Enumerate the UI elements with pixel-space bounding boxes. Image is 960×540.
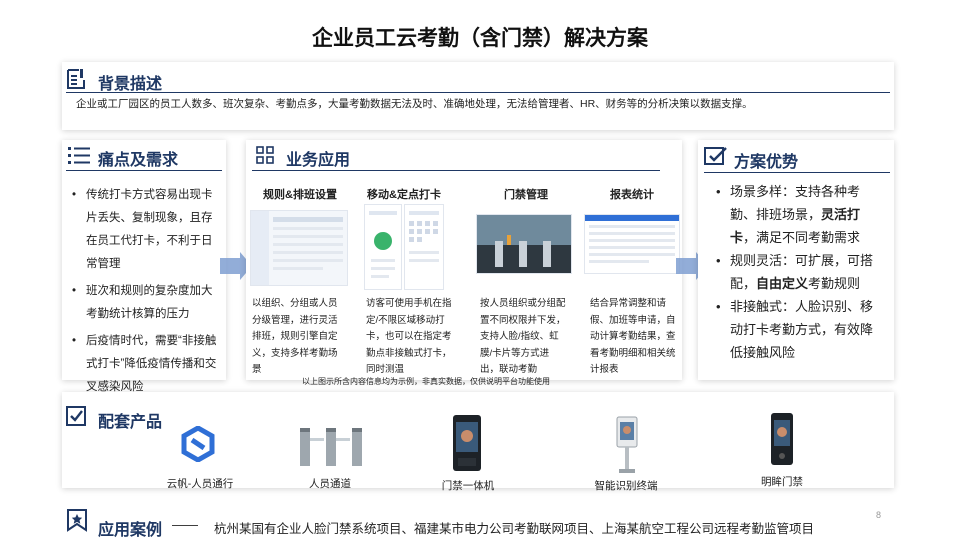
product-label: 门禁一体机 <box>441 480 495 492</box>
advantage-item: 场景多样：支持各种考勤、排班场景，灵活打卡，满足不同考勤需求 <box>716 180 884 249</box>
cases-text: 杭州某国有企业人脸门禁系统项目、福建某市电力公司考勤联网项目、上海某航空工程公司… <box>214 522 815 536</box>
face-access-panel-icon <box>770 412 794 466</box>
advantage-item-text: 非接触式：人脸识别、移动打卡考勤方式，有效降低接触风险 <box>730 299 874 360</box>
page-number: 8 <box>876 510 882 520</box>
pain-list: 传统打卡方式容易出现卡片丢失、复制现象，且存在员工代打卡，不利于日常管理 班次和… <box>72 184 220 399</box>
background-heading: 背景描述 <box>98 76 163 93</box>
document-icon <box>66 68 86 90</box>
business-footnote: 以上图示所含内容信息均为示例，非真实数据，仅供说明平台功能使用 <box>302 377 550 386</box>
page-title: 企业员工云考勤（含门禁）解决方案 <box>312 27 648 50</box>
cases-heading: 应用案例 <box>98 522 163 539</box>
business-col-desc: 访客可使用手机在指定/不限区域移动打卡，也可以在指定考勤点非接触式打卡，同时测温 <box>366 298 452 375</box>
advantage-underline <box>704 172 890 173</box>
grid-icon <box>256 146 274 164</box>
mobile-checkin-screenshot <box>364 204 402 290</box>
product-label: 智能识别终端 <box>594 480 658 492</box>
pain-heading: 痛点及需求 <box>98 152 179 169</box>
business-col-title: 移动&定点打卡 <box>367 189 441 201</box>
gate-photo <box>476 214 572 274</box>
product-label: 人员通道 <box>309 478 351 490</box>
cases-dash: —— <box>172 517 198 532</box>
scheduling-screenshot <box>250 210 348 286</box>
product-label: 云帆-人员通行 <box>166 478 234 490</box>
bookmark-star-icon <box>66 508 88 532</box>
background-text: 企业或工厂园区的员工人数多、班次复杂、考勤点多，大量考勤数据无法及时、准确地处理… <box>76 98 753 110</box>
pain-item: 传统打卡方式容易出现卡片丢失、复制现象，且存在员工代打卡，不利于日常管理 <box>72 184 220 276</box>
business-col-desc: 按人员组织或分组配置不同权限并下发，支持人脸/指纹、虹膜/卡片等方式进出，联动考… <box>480 298 566 375</box>
business-col-desc: 结合异常调整和请假、加班等申请，自动计算考勤结果，查看考勤明细和相关统计报表 <box>590 298 676 375</box>
business-heading: 业务应用 <box>286 152 351 169</box>
report-screenshot <box>584 214 680 274</box>
smart-recognition-terminal-icon <box>614 416 640 474</box>
cloud-sail-logo-icon <box>180 426 216 462</box>
list-icon <box>68 146 90 164</box>
pain-item: 后疫情时代，需要“非接触式打卡”降低疫情传播和交叉感染风险 <box>72 330 220 399</box>
pain-item: 班次和规则的复杂度加大考勤统计核算的压力 <box>72 280 220 326</box>
advantage-item-bold: 自由定义 <box>756 276 809 291</box>
product-label: 明眸门禁 <box>761 476 803 488</box>
business-col-desc: 以组织、分组或人员分级管理，进行灵活排班，规则引擎自定义，支持多样考勤场景 <box>252 298 338 375</box>
business-col-title: 门禁管理 <box>504 189 548 201</box>
background-underline <box>66 92 890 93</box>
advantage-heading: 方案优势 <box>734 154 799 171</box>
business-col-title: 规则&排班设置 <box>263 189 337 201</box>
turnstile-gate-icon <box>298 424 366 468</box>
checkbox-icon <box>66 406 86 426</box>
advantage-item: 非接触式：人脸识别、移动打卡考勤方式，有效降低接触风险 <box>716 295 884 364</box>
business-col-title: 报表统计 <box>610 189 654 201</box>
calendar-screenshot <box>404 204 444 290</box>
checklist-icon <box>704 146 728 166</box>
advantage-item-text: ，满足不同考勤需求 <box>743 230 861 245</box>
pain-underline <box>66 170 222 171</box>
advantage-list: 场景多样：支持各种考勤、排班场景，灵活打卡，满足不同考勤需求 规则灵活：可扩展，… <box>716 180 884 364</box>
products-heading: 配套产品 <box>98 414 163 431</box>
business-underline <box>252 170 660 171</box>
access-control-terminal-icon <box>452 414 482 472</box>
advantage-item: 规则灵活：可扩展，可搭配，自由定义考勤规则 <box>716 249 884 295</box>
advantage-item-text: 考勤规则 <box>808 276 861 291</box>
